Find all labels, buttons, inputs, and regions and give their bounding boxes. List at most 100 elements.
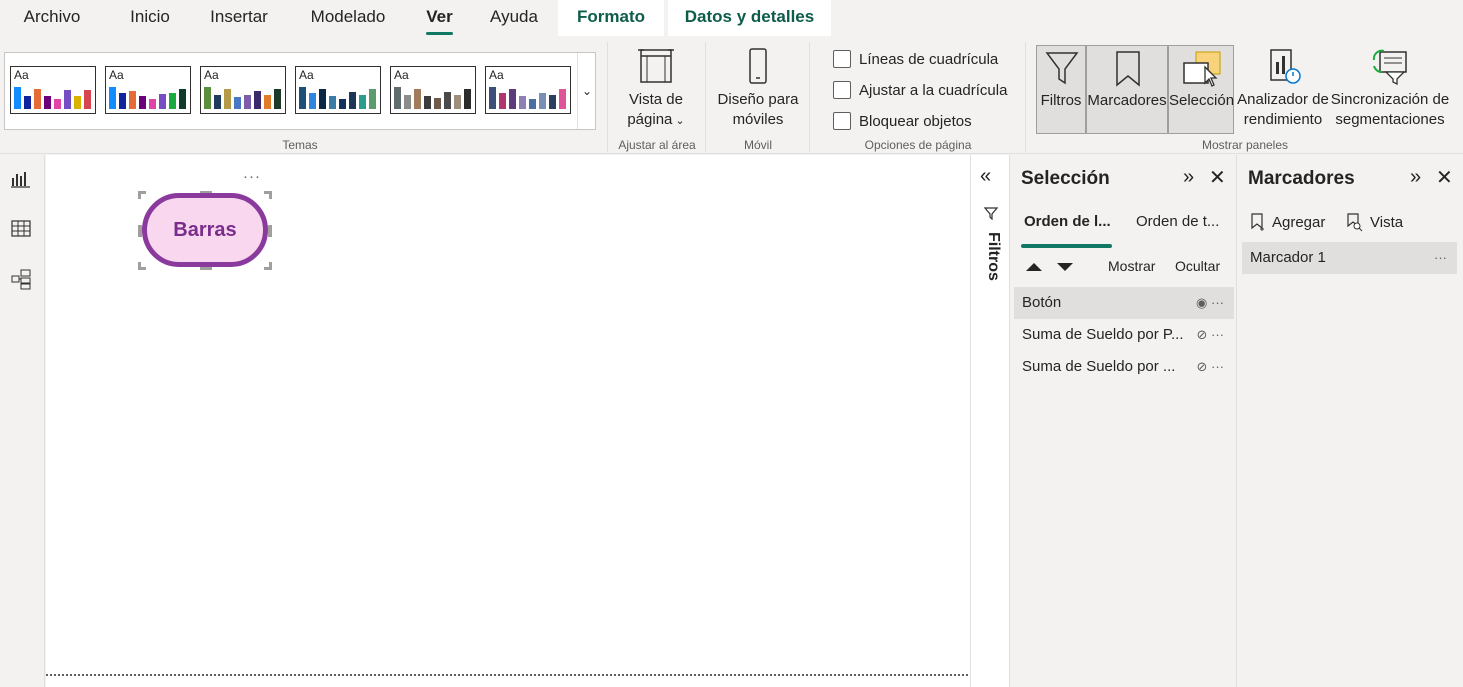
tab-formato[interactable]: Formato <box>558 0 664 36</box>
hide-all-link[interactable]: Ocultar <box>1175 258 1220 274</box>
move-down-icon[interactable] <box>1055 261 1075 273</box>
bookmarks-pane: Marcadores » ✕ Agregar Vista Marcador 1 … <box>1238 155 1463 687</box>
performance-label-2: rendimiento <box>1243 111 1323 128</box>
item-actions: ⊘ ··· <box>1196 319 1224 351</box>
view-icon <box>1347 213 1363 232</box>
more-icon[interactable]: ··· <box>1211 295 1224 310</box>
theme-swatch[interactable]: Aa <box>390 66 476 114</box>
tab-datos-detalles[interactable]: Datos y detalles <box>668 0 831 36</box>
visual-more-options-icon[interactable]: ··· <box>243 168 261 185</box>
snap-grid-checkbox[interactable]: Ajustar a la cuadrícula <box>833 79 1007 101</box>
selection-item-label: Suma de Sueldo por ... <box>1022 358 1176 375</box>
theme-swatch[interactable]: Aa <box>200 66 286 114</box>
themes-gallery: Aa Aa Aa Aa Aa Aa ⌄ <box>4 52 596 130</box>
theme-aa: Aa <box>204 68 219 82</box>
divider <box>607 42 608 152</box>
filters-label: Filtros <box>1040 92 1082 109</box>
expand-double-chevron-icon[interactable]: « <box>980 165 991 188</box>
tab-ayuda[interactable]: Ayuda <box>480 0 548 36</box>
bookmark-icon <box>1116 51 1140 87</box>
resize-handle[interactable] <box>138 191 141 199</box>
view-switcher-rail <box>0 155 45 687</box>
performance-label: Analizador de <box>1237 91 1329 108</box>
tab-archivo[interactable]: Archivo <box>14 0 90 36</box>
add-bookmark-button[interactable]: Agregar <box>1250 210 1325 234</box>
page-view-button[interactable]: Vista de página ⌄ <box>618 46 694 131</box>
checkbox-box[interactable] <box>833 112 851 130</box>
tab-inicio[interactable]: Inicio <box>120 0 180 36</box>
show-all-link[interactable]: Mostrar <box>1108 258 1155 274</box>
selection-item[interactable]: Suma de Sueldo por ... ⊘ ··· <box>1014 351 1234 383</box>
ribbon: Aa Aa Aa Aa Aa Aa ⌄ Temas Vista de págin… <box>0 36 1463 154</box>
item-actions: ◉ ··· <box>1196 287 1224 319</box>
bookmark-item-label: Marcador 1 <box>1250 249 1326 266</box>
theme-swatch[interactable]: Aa <box>295 66 381 114</box>
theme-swatch[interactable]: Aa <box>485 66 571 114</box>
selection-pane-title: Selección <box>1021 168 1110 189</box>
gridlines-checkbox[interactable]: Líneas de cuadrícula <box>833 48 998 70</box>
resize-handle[interactable] <box>269 262 272 270</box>
collapse-double-chevron-icon[interactable]: » <box>1183 166 1194 189</box>
performance-icon <box>1270 49 1301 84</box>
sync-slicers-button[interactable]: Sincronización de segmentaciones <box>1330 46 1450 130</box>
selection-item[interactable]: Botón ◉ ··· <box>1014 287 1234 319</box>
active-tab-indicator <box>1021 244 1112 248</box>
more-icon[interactable]: ··· <box>1211 359 1224 374</box>
filters-pane-button[interactable]: Filtros <box>1036 45 1086 134</box>
button-visual-container[interactable]: Barras <box>138 191 272 270</box>
more-icon[interactable]: ··· <box>1211 327 1224 342</box>
divider <box>809 42 810 152</box>
tab-tab-order[interactable]: Orden de t... <box>1136 213 1219 230</box>
theme-aa: Aa <box>394 68 409 82</box>
view-bookmarks-label: Vista <box>1370 213 1404 231</box>
tab-layer-order[interactable]: Orden de l... <box>1024 213 1111 230</box>
checkbox-box[interactable] <box>833 50 851 68</box>
filters-vertical-label: Filtros <box>985 232 1002 281</box>
move-up-icon[interactable] <box>1024 261 1044 273</box>
selection-item[interactable]: Suma de Sueldo por P... ⊘ ··· <box>1014 319 1234 351</box>
report-view-icon[interactable] <box>10 168 32 190</box>
barras-button[interactable]: Barras <box>142 193 268 267</box>
lock-objects-label: Bloquear objetos <box>859 112 972 130</box>
selection-pane-button[interactable]: Selección <box>1168 45 1234 134</box>
resize-handle[interactable] <box>138 262 141 270</box>
performance-analyzer-button[interactable]: Analizador de rendimiento <box>1236 46 1330 130</box>
bookmarks-pane-button[interactable]: Marcadores <box>1086 45 1168 134</box>
bookmark-item[interactable]: Marcador 1 ··· <box>1242 242 1457 274</box>
bookmarks-label: Marcadores <box>1087 92 1167 109</box>
eye-hidden-icon[interactable]: ⊘ <box>1196 327 1207 342</box>
theme-aa: Aa <box>109 68 124 82</box>
eye-hidden-icon[interactable]: ⊘ <box>1196 359 1207 374</box>
themes-more-chevron-icon[interactable]: ⌄ <box>577 53 596 129</box>
model-view-icon[interactable] <box>10 268 32 290</box>
item-actions: ⊘ ··· <box>1196 351 1224 383</box>
selection-item-label: Suma de Sueldo por P... <box>1022 326 1184 343</box>
mobile-layout-label: Diseño para <box>717 91 799 108</box>
close-icon[interactable]: ✕ <box>1436 165 1453 190</box>
tab-ver[interactable]: Ver <box>426 0 453 36</box>
chevron-down-icon: ⌄ <box>672 115 685 127</box>
resize-handle[interactable] <box>269 191 272 199</box>
theme-swatch[interactable]: Aa <box>105 66 191 114</box>
resize-handle[interactable] <box>268 225 272 237</box>
data-view-icon[interactable] <box>10 218 32 240</box>
checkbox-box[interactable] <box>833 81 851 99</box>
close-icon[interactable]: ✕ <box>1209 165 1226 190</box>
collapse-double-chevron-icon[interactable]: » <box>1410 166 1421 189</box>
sync-slicers-label: Sincronización de <box>1330 91 1450 108</box>
eye-icon[interactable]: ◉ <box>1196 295 1207 310</box>
sync-slicers-icon <box>1372 49 1407 86</box>
tab-modelado[interactable]: Modelado <box>300 0 396 36</box>
tab-insertar[interactable]: Insertar <box>200 0 278 36</box>
theme-aa: Aa <box>14 68 29 82</box>
theme-swatch[interactable]: Aa <box>10 66 96 114</box>
group-label-mostrar: Mostrar paneles <box>1201 138 1289 152</box>
view-bookmarks-button[interactable]: Vista <box>1346 210 1403 234</box>
mobile-layout-button[interactable]: Diseño para móviles <box>712 46 804 130</box>
group-label-ajustar: Ajustar al área <box>618 138 696 152</box>
filter-icon <box>1045 52 1079 85</box>
lock-objects-checkbox[interactable]: Bloquear objetos <box>833 110 972 132</box>
selection-icon <box>1183 51 1221 87</box>
more-icon[interactable]: ··· <box>1434 242 1447 274</box>
bookmarks-pane-title: Marcadores <box>1248 168 1355 189</box>
